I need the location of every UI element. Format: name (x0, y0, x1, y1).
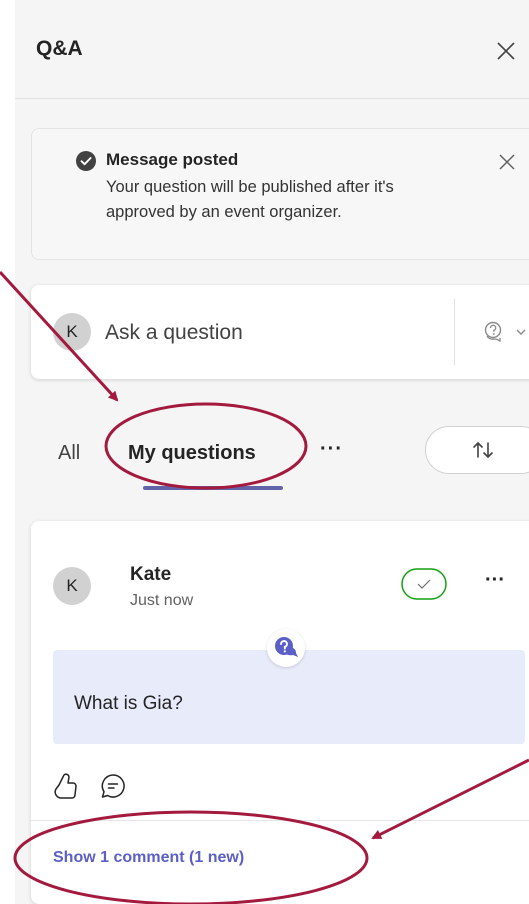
panel-title: Q&A (36, 37, 83, 60)
ask-question-input[interactable] (103, 309, 437, 357)
show-comments-link[interactable]: Show 1 comment (1 new) (53, 849, 244, 867)
checkmark-circle-icon (75, 150, 97, 177)
author-name: Kate (130, 564, 172, 585)
avatar: K (53, 567, 91, 605)
panel-header: Q&A (15, 0, 529, 99)
tab-bar: All My questions ··· (15, 420, 529, 500)
message-posted-toast: Message posted Your question will be pub… (31, 128, 529, 260)
like-icon[interactable] (53, 772, 79, 805)
question-type-dropdown[interactable] (467, 319, 529, 345)
question-chat-icon (484, 321, 526, 343)
question-badge-icon (267, 629, 305, 667)
qna-panel: Q&A Message posted Your question will be… (15, 0, 529, 904)
more-tabs-button[interactable]: ··· (320, 438, 343, 461)
timestamp: Just now (130, 592, 194, 609)
toast-close-icon[interactable] (497, 152, 517, 177)
sort-button[interactable] (425, 426, 529, 474)
active-tab-indicator (143, 486, 283, 490)
divider (454, 299, 455, 365)
question-card: K Kate Just now ··· What is Gia? Show 1 … (31, 521, 529, 904)
approved-check-icon (401, 568, 451, 607)
question-more-button[interactable]: ··· (485, 569, 505, 592)
toast-message: Your question will be published after it… (106, 178, 394, 221)
ask-question-box: K (31, 285, 529, 379)
sort-icon (473, 442, 493, 458)
tab-my-questions[interactable]: My questions (128, 442, 256, 465)
avatar: K (53, 313, 91, 351)
toast-title: Message posted (106, 150, 239, 169)
close-icon[interactable] (494, 39, 518, 63)
divider (31, 820, 529, 821)
comment-icon[interactable] (100, 773, 126, 804)
question-text: What is Gia? (74, 693, 183, 714)
tab-all[interactable]: All (58, 442, 80, 465)
